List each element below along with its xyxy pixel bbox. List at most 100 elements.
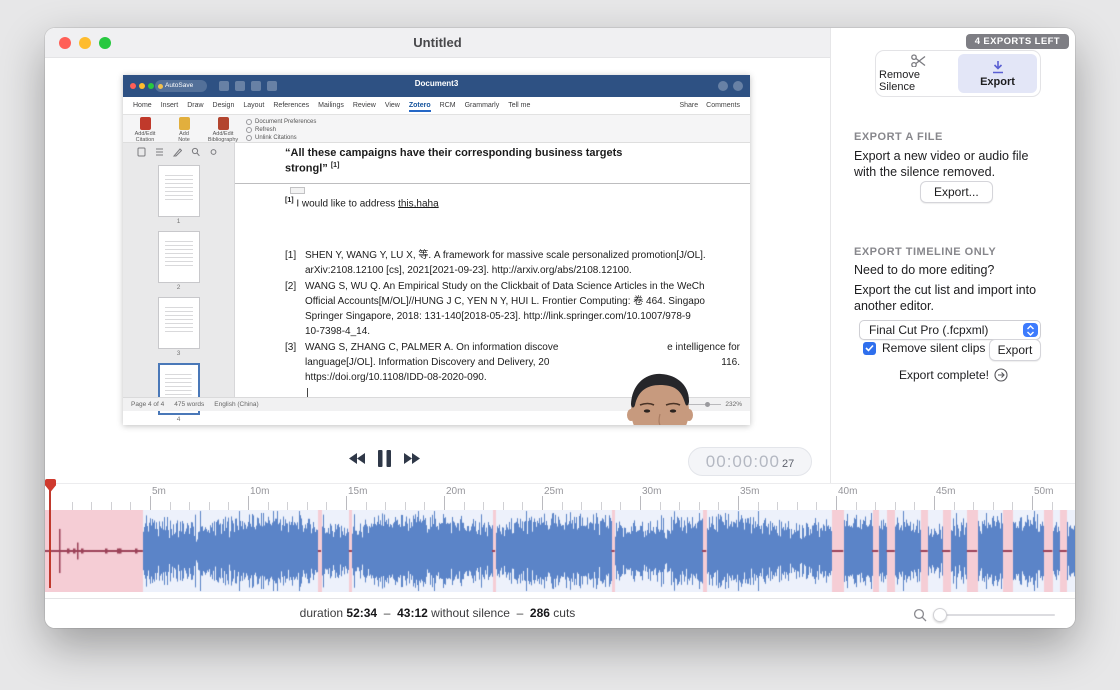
page-thumbnail-number: 3 [123,350,234,357]
ruler-tick [91,502,92,510]
export-sidebar: 4 EXPORTS LEFT Remove Silence Export EXP… [830,28,1075,483]
select-stepper-icon [1023,323,1038,337]
pen-icon [173,147,182,157]
timecode-value: 00:00:00 [706,452,780,472]
word-tabs-right: Share Comments [679,102,740,109]
ruler-tick [856,502,857,510]
zotero-doc-preferences: Document Preferences [246,119,316,125]
word-tab-draw: Draw [187,102,203,109]
arrow-circle-icon[interactable] [994,368,1008,382]
ruler-tick [385,502,386,510]
footer-bar: duration 52:34 – 43:12 without silence –… [45,598,1075,628]
page-thumbnail-2 [158,231,200,283]
page-thumbnail-1 [158,165,200,217]
ruler-tick [758,502,759,510]
ruler-tick [777,502,778,510]
word-comments-button: Comments [706,102,740,109]
main-pane: Untitled AutoSave Document3 HomeInsertDr… [45,28,830,483]
doc-references: [1]SHEN Y, WANG Y, LU X, 等. A framework … [285,248,746,386]
ruler-tick [973,502,974,510]
ruler-tick [738,496,739,510]
note-icon [179,117,190,130]
word-zotero-ribbon: Add/EditCitation AddNote Add/EditBibliog… [123,115,750,143]
ruler-tick [307,502,308,510]
ruler-label: 20m [446,486,465,497]
video-preview[interactable]: AutoSave Document3 HomeInsertDrawDesignL… [123,75,750,425]
remove-silence-button[interactable]: Remove Silence [879,54,958,93]
word-tab-layout: Layout [243,102,264,109]
word-tab-insert: Insert [161,102,179,109]
word-tab-view: View [385,102,400,109]
zotero-add-note-button: AddNote [168,117,200,143]
ruler-label: 15m [348,486,367,497]
word-thumbnail-panel: 1234 [123,143,235,411]
check-icon [865,344,874,352]
ruler-tick [464,502,465,510]
app-window: Untitled AutoSave Document3 HomeInsertDr… [45,28,1075,628]
word-page-indicator: Page 4 of 4 [131,401,164,408]
fast-forward-button[interactable] [403,452,421,465]
window-title: Untitled [45,35,830,50]
timeline-ruler[interactable]: 5m10m15m20m25m30m35m40m45m50m [45,483,1075,510]
waveform-canvas[interactable] [45,510,1075,592]
word-tab-home: Home [133,102,152,109]
playhead[interactable] [45,479,59,591]
duration-without-silence: 43:12 [397,606,428,620]
remove-silent-clips-label: Remove silent clips [882,341,985,355]
word-tab-tell-me: Tell me [508,102,530,109]
word-tab-zotero: Zotero [409,102,431,110]
gear-icon [246,119,252,125]
page-thumbnail-number: 4 [123,416,234,423]
page-thumbnail-number: 1 [123,218,234,225]
reference-entry: [2]WANG S, WU Q. An Empirical Study on t… [285,279,746,339]
footnote-separator [235,183,750,184]
ruler-tick [797,502,798,510]
page-thumbnail-3 [158,297,200,349]
ruler-tick [1012,502,1013,510]
word-language: English (China) [214,401,258,408]
ruler-tick [326,502,327,510]
pause-button[interactable] [378,450,391,467]
word-tab-mailings: Mailings [318,102,344,109]
timeline: 5m10m15m20m25m30m35m40m45m50m [45,483,1075,598]
ruler-tick [189,502,190,510]
rewind-button[interactable] [348,452,366,465]
ruler-tick [660,502,661,510]
remove-silent-clips-checkbox[interactable] [863,342,876,355]
playhead-line [49,490,51,588]
bibliography-icon [218,117,229,130]
export-timeline-question: Need to do more editing? [854,262,994,278]
export-file-description: Export a new video or audio filewith the… [854,148,1028,180]
duration-summary: duration 52:34 – 43:12 without silence –… [45,606,830,620]
ruler-tick [483,502,484,510]
ruler-tick [679,502,680,510]
export-tab-button[interactable]: Export [958,54,1037,93]
ruler-tick [111,502,112,510]
ruler-tick [1052,502,1053,510]
ruler-label: 40m [838,486,857,497]
ruler-tick [522,502,523,510]
list-icon [155,147,164,157]
zotero-refresh: Refresh [246,127,316,133]
cuts-count: 286 [530,606,550,620]
window-titlebar[interactable]: Untitled [45,28,830,58]
ruler-label: 5m [152,486,166,497]
footnote-marker-box [290,187,305,194]
export-file-button[interactable]: Export... [920,181,993,203]
export-timeline-button[interactable]: Export [989,339,1041,361]
zoom-slider-knob[interactable] [933,608,947,622]
word-tab-grammarly: Grammarly [465,102,500,109]
word-tab-references: References [273,102,309,109]
format-select[interactable]: Final Cut Pro (.fcpxml) [859,320,1041,340]
ruler-tick [542,496,543,510]
ruler-label: 10m [250,486,269,497]
ruler-tick [405,502,406,510]
export-timeline-heading: EXPORT TIMELINE ONLY [854,246,996,258]
ruler-tick [287,502,288,510]
zoom-slider-track[interactable] [935,614,1055,616]
word-search-icon [718,81,728,91]
word-tab-rcm: RCM [440,102,456,109]
transport-controls [348,450,421,467]
ruler-tick [444,496,445,510]
waveform-band [45,510,1075,598]
